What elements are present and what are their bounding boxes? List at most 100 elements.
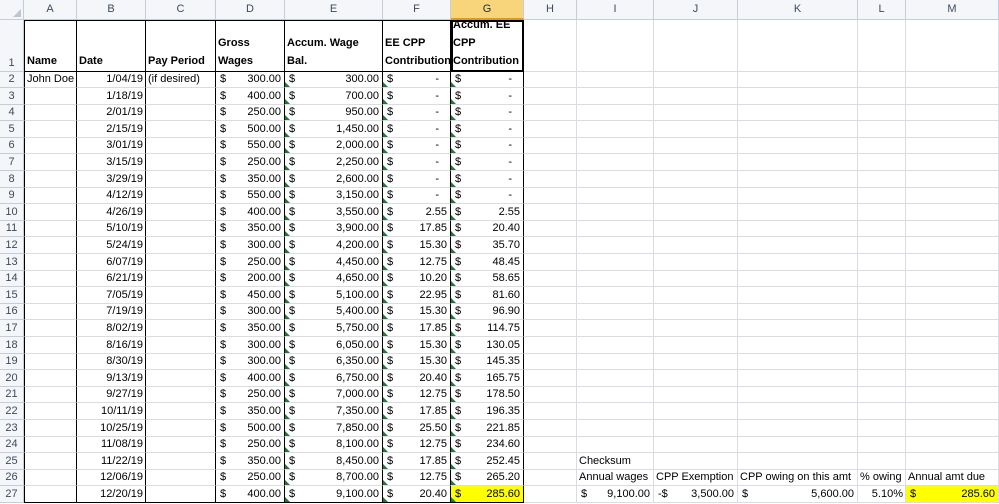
cell-i23[interactable] — [577, 420, 654, 437]
cell-h7[interactable] — [524, 154, 577, 171]
cell-j24[interactable] — [654, 436, 738, 454]
cell-e12[interactable]: $4,200.00 — [285, 237, 383, 254]
cell-l20[interactable] — [858, 370, 906, 387]
row-header-18[interactable]: 18 — [0, 337, 24, 354]
column-header-e[interactable]: E — [285, 0, 383, 20]
cell-g25[interactable]: $252.45 — [451, 453, 524, 470]
cell-a12[interactable] — [24, 237, 77, 254]
cell-e5[interactable]: $1,450.00 — [285, 121, 383, 138]
cell-c21[interactable] — [146, 386, 216, 404]
cell-e20[interactable]: $6,750.00 — [285, 370, 383, 387]
cell-k3[interactable] — [738, 88, 858, 105]
cell-i15[interactable] — [577, 287, 654, 304]
cell-f10[interactable]: $2.55 — [383, 204, 451, 221]
cell-e3[interactable]: $700.00 — [285, 88, 383, 105]
cell-k24[interactable] — [738, 436, 858, 454]
cell-j25[interactable] — [654, 453, 738, 470]
cell-i18[interactable] — [577, 337, 654, 354]
cell-h8[interactable] — [524, 171, 577, 188]
cell-l2[interactable] — [858, 72, 906, 88]
cell-g5[interactable]: $ - — [451, 121, 524, 138]
cell-g22[interactable]: $196.35 — [451, 403, 524, 420]
cell-a23[interactable] — [24, 420, 77, 437]
cell-h3[interactable] — [524, 88, 577, 105]
checksum-cpp-owing[interactable]: $5,600.00 — [738, 486, 858, 503]
cell-d17[interactable]: $350.00 — [216, 320, 285, 337]
cell-b14[interactable]: 6/21/19 — [77, 270, 146, 288]
cell-c16[interactable] — [146, 303, 216, 321]
cell-h21[interactable] — [524, 386, 577, 404]
cell-b22[interactable]: 10/11/19 — [77, 403, 146, 420]
cell-k9[interactable] — [738, 187, 858, 205]
cell-b3[interactable]: 1/18/19 — [77, 88, 146, 105]
cell-j18[interactable] — [654, 337, 738, 354]
cell-g7[interactable]: $ - — [451, 154, 524, 171]
cell-e24[interactable]: $8,100.00 — [285, 436, 383, 454]
cell-e23[interactable]: $7,850.00 — [285, 420, 383, 437]
cell-m15[interactable] — [906, 287, 999, 304]
cell-i9[interactable] — [577, 187, 654, 205]
cell-h10[interactable] — [524, 204, 577, 221]
cell-g27[interactable]: $285.60 — [451, 486, 524, 503]
cell-h5[interactable] — [524, 121, 577, 138]
cell-h6[interactable] — [524, 137, 577, 155]
cell-f9[interactable]: $ - — [383, 187, 451, 205]
cell-f21[interactable]: $12.75 — [383, 386, 451, 404]
cell-d6[interactable]: $550.00 — [216, 137, 285, 155]
cell-b4[interactable]: 2/01/19 — [77, 104, 146, 122]
cell-f17[interactable]: $17.85 — [383, 320, 451, 337]
cell-b7[interactable]: 3/15/19 — [77, 154, 146, 171]
cell-m7[interactable] — [906, 154, 999, 171]
row-header-10[interactable]: 10 — [0, 204, 24, 221]
cell-e8[interactable]: $2,600.00 — [285, 171, 383, 188]
cell-m3[interactable] — [906, 88, 999, 105]
header-cell-b[interactable]: Date — [77, 20, 146, 72]
cell-j20[interactable] — [654, 370, 738, 387]
cell-l11[interactable] — [858, 220, 906, 238]
cell-g19[interactable]: $145.35 — [451, 353, 524, 371]
cell-j1[interactable] — [654, 20, 738, 72]
cell-c22[interactable] — [146, 403, 216, 420]
cell-d4[interactable]: $250.00 — [216, 104, 285, 122]
cell-l5[interactable] — [858, 121, 906, 138]
cell-a27[interactable] — [24, 486, 77, 503]
cell-d27[interactable]: $400.00 — [216, 486, 285, 503]
cell-b25[interactable]: 11/22/19 — [77, 453, 146, 470]
cell-g24[interactable]: $234.60 — [451, 436, 524, 454]
cell-m5[interactable] — [906, 121, 999, 138]
cell-c13[interactable] — [146, 254, 216, 271]
cell-k5[interactable] — [738, 121, 858, 138]
row-header-26[interactable]: 26 — [0, 469, 24, 487]
checksum-header-annual-wages[interactable]: Annual wages — [577, 469, 654, 487]
cell-i20[interactable] — [577, 370, 654, 387]
cell-k13[interactable] — [738, 254, 858, 271]
cell-g4[interactable]: $ - — [451, 104, 524, 122]
cell-a2[interactable]: John Doe — [24, 72, 77, 88]
cell-m2[interactable] — [906, 72, 999, 88]
row-header-3[interactable]: 3 — [0, 88, 24, 105]
cell-m11[interactable] — [906, 220, 999, 238]
cell-i11[interactable] — [577, 220, 654, 238]
cell-d3[interactable]: $400.00 — [216, 88, 285, 105]
cell-d26[interactable]: $250.00 — [216, 469, 285, 487]
cell-l16[interactable] — [858, 303, 906, 321]
column-header-a[interactable]: A — [24, 0, 77, 20]
cell-c18[interactable] — [146, 337, 216, 354]
cell-i16[interactable] — [577, 303, 654, 321]
cell-j3[interactable] — [654, 88, 738, 105]
cell-a18[interactable] — [24, 337, 77, 354]
cell-k2[interactable] — [738, 72, 858, 88]
cell-l21[interactable] — [858, 386, 906, 404]
cell-c17[interactable] — [146, 320, 216, 337]
cell-e19[interactable]: $6,350.00 — [285, 353, 383, 371]
cell-m14[interactable] — [906, 270, 999, 288]
cell-l1[interactable] — [858, 20, 906, 72]
cell-m25[interactable] — [906, 453, 999, 470]
cell-k25[interactable] — [738, 453, 858, 470]
cell-c2[interactable]: (if desired) — [146, 72, 216, 88]
column-header-i[interactable]: I — [577, 0, 654, 20]
checksum-annual-amt-due[interactable]: $285.60 — [906, 486, 999, 503]
cell-f5[interactable]: $ - — [383, 121, 451, 138]
cell-f14[interactable]: $10.20 — [383, 270, 451, 288]
cell-f8[interactable]: $ - — [383, 171, 451, 188]
